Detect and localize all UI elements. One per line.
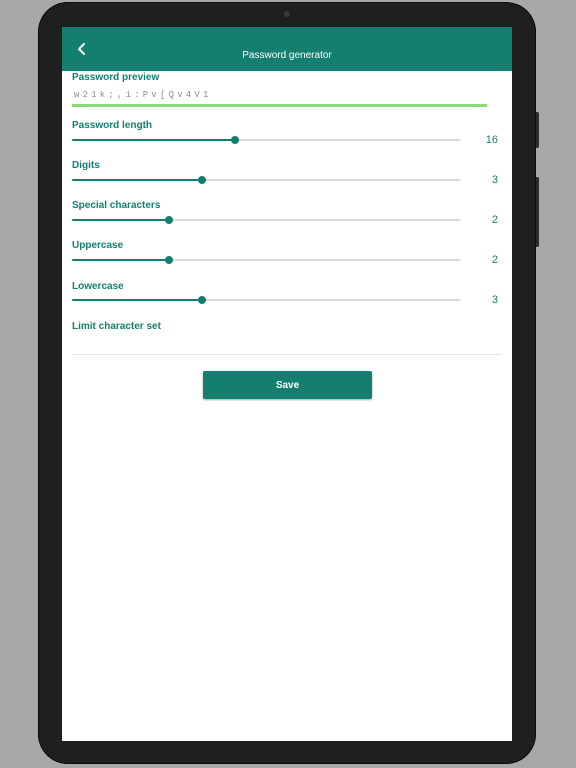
app-bar: Password generator [62,27,512,71]
password-length-label: Password length [72,120,153,131]
digits-label: Digits [72,160,100,171]
slider-thumb[interactable] [165,256,173,264]
slider-thumb[interactable] [197,176,206,184]
limit-character-set-option[interactable]: Limit character set [72,321,161,332]
lowercase-label: Lowercase [72,281,124,292]
power-button [536,177,539,247]
slider-fill [72,299,202,301]
uppercase-value: 2 [491,254,498,266]
volume-button [536,112,539,148]
slider-fill [72,219,169,221]
slider-fill [72,259,169,261]
preview-underline [72,104,487,107]
preview-label: Password preview [72,72,160,83]
save-button[interactable]: Save [203,371,372,399]
slider-thumb[interactable] [197,296,206,304]
password-length-value: 16 [485,134,498,146]
password-preview-field[interactable]: w21k;,i:Pv[Qv4V1 [74,90,212,100]
front-camera [284,11,290,17]
divider [72,354,502,355]
special-characters-value: 2 [491,214,498,226]
slider-fill [72,179,202,181]
slider-thumb[interactable] [230,136,239,144]
lowercase-value: 3 [491,294,498,306]
app-screen: Password generator Password preview w21k… [62,27,512,741]
digits-value: 3 [491,174,498,186]
page-title: Password generator [242,50,332,61]
slider-fill [72,139,235,141]
uppercase-slider[interactable] [72,256,460,264]
lowercase-slider[interactable] [72,296,460,304]
slider-thumb[interactable] [165,216,173,224]
uppercase-label: Uppercase [72,240,124,251]
special-characters-label: Special characters [72,200,161,211]
password-length-slider[interactable] [72,136,460,144]
digits-slider[interactable] [72,176,460,184]
special-characters-slider[interactable] [72,216,460,224]
